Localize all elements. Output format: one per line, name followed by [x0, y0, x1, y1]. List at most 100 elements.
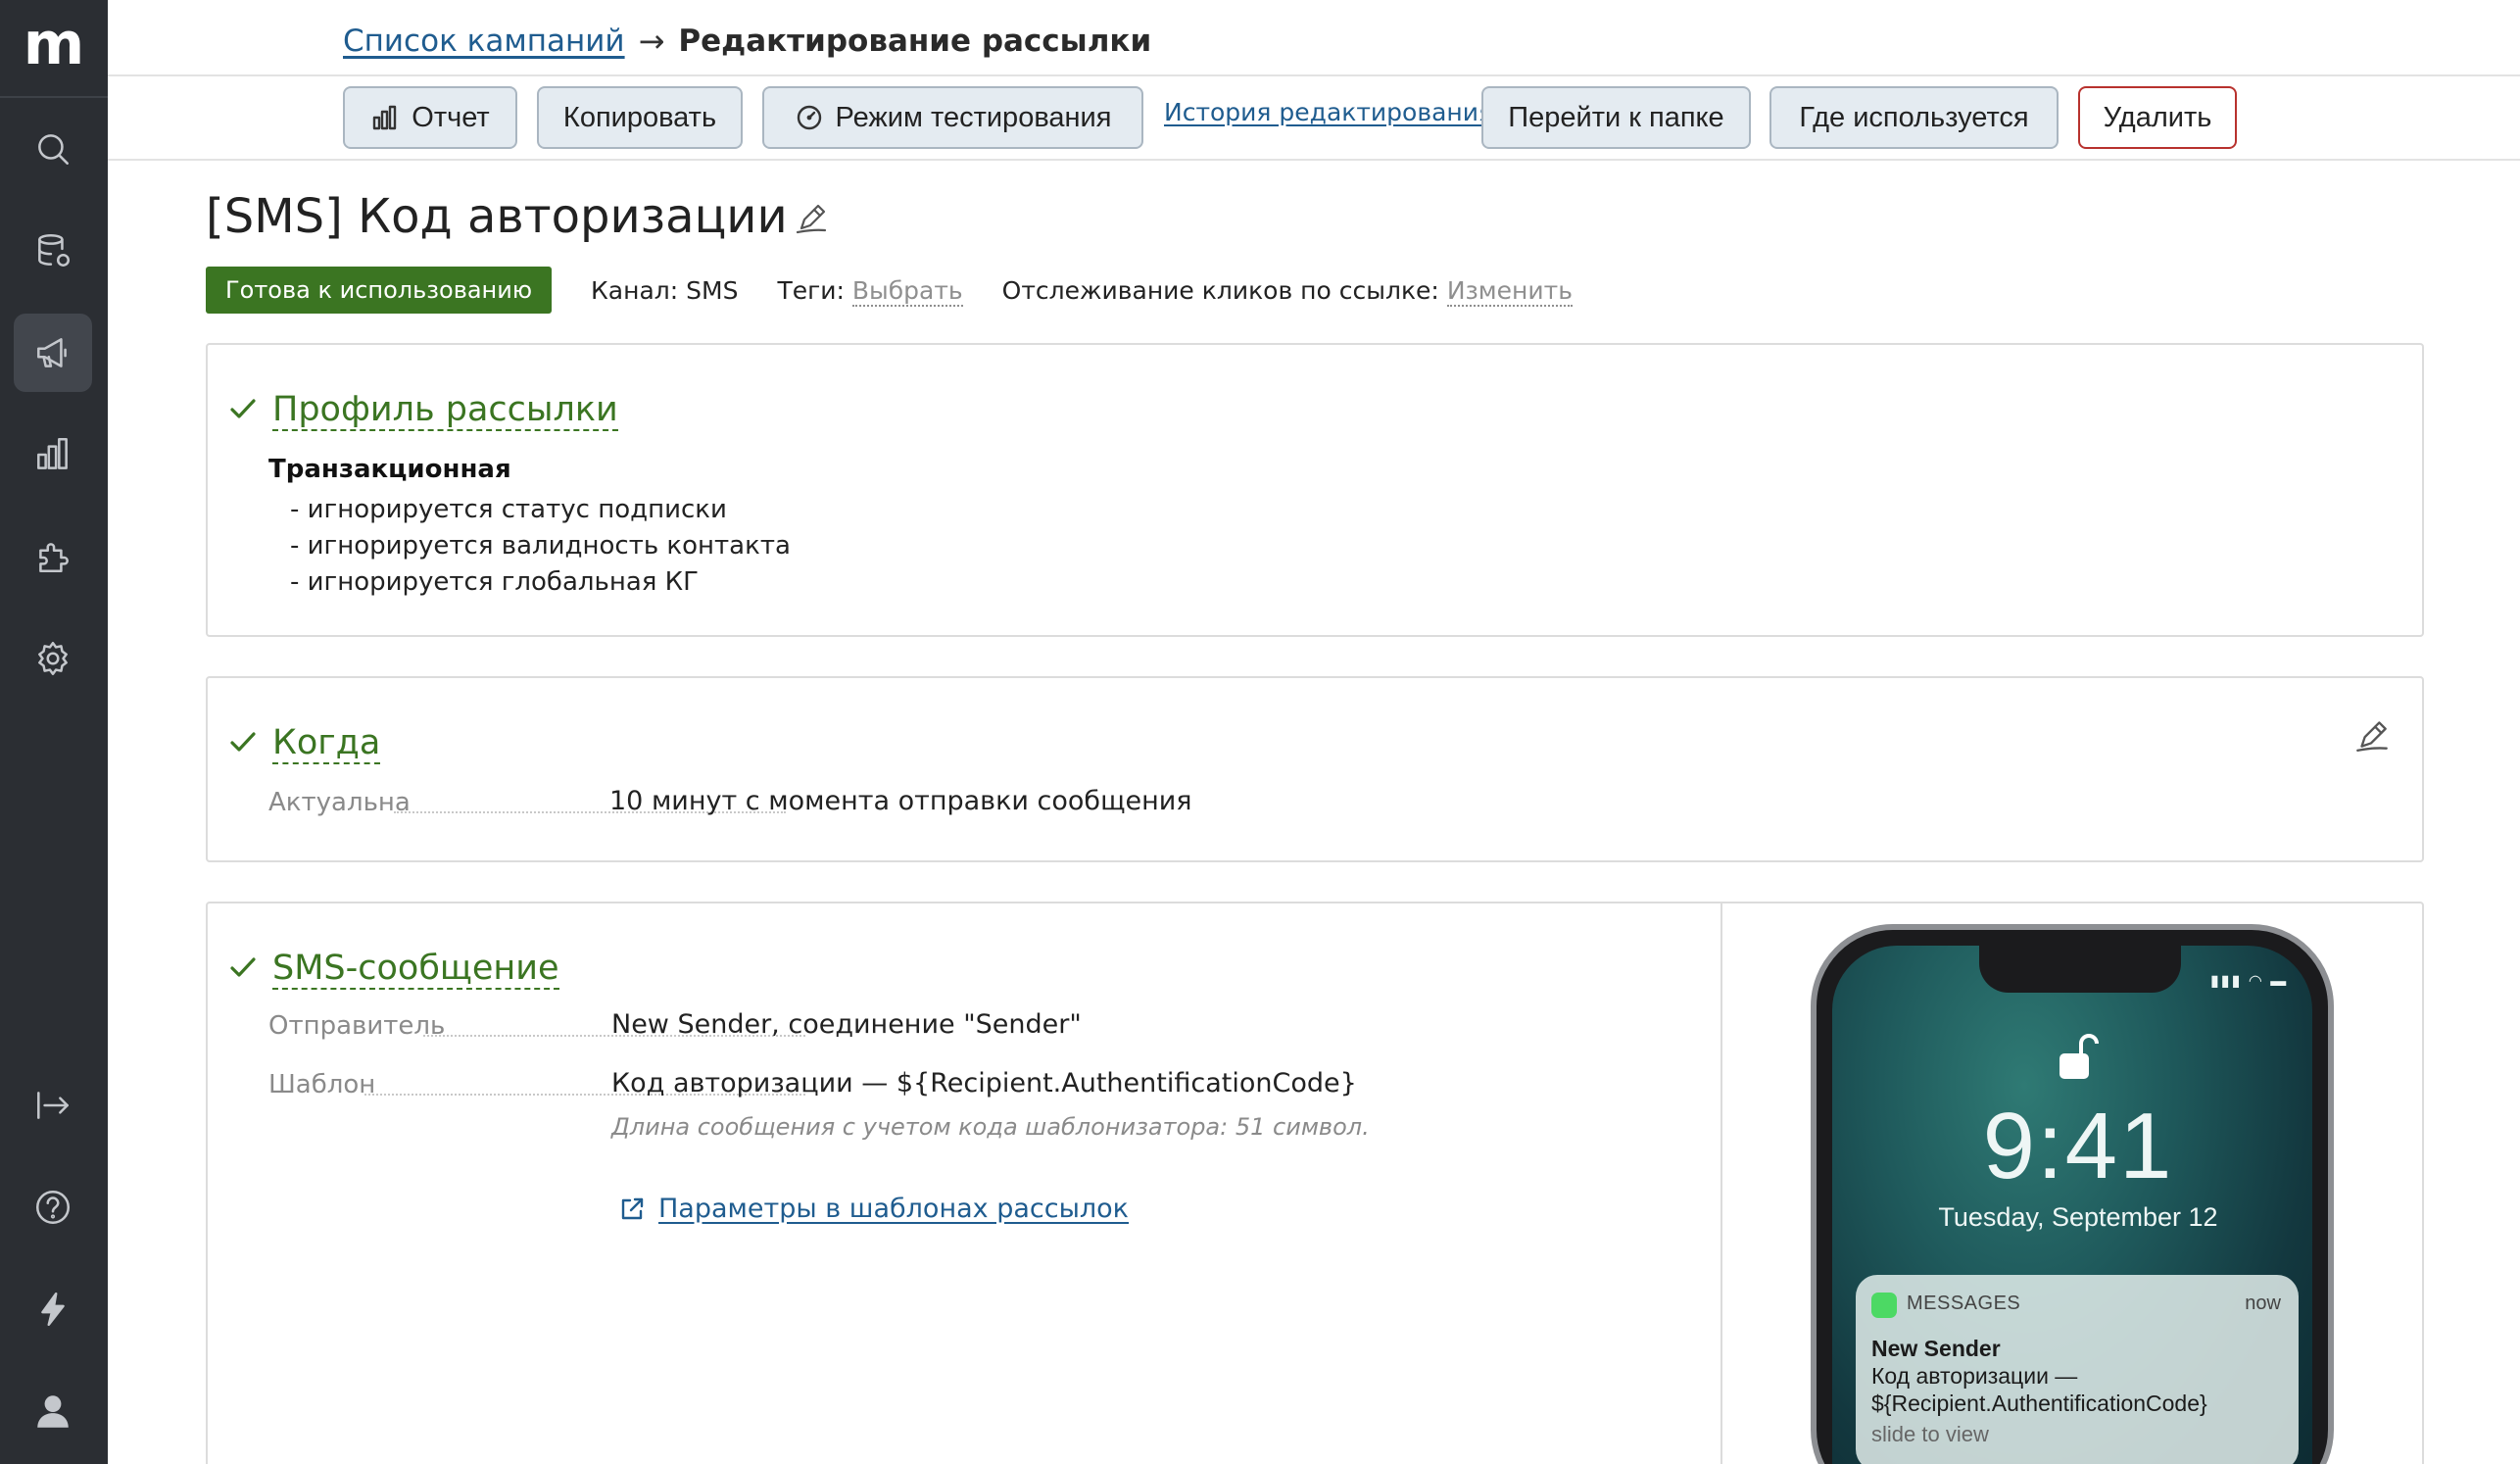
external-link-icon [621, 1197, 644, 1219]
logo[interactable]: m [0, 0, 108, 98]
profile-title-link[interactable]: Профиль рассылки [272, 390, 618, 431]
length-note: Длина сообщения с учетом кода шаблонизат… [611, 1113, 1370, 1141]
sidebar-item-search[interactable] [14, 110, 92, 188]
edit-when-button[interactable] [2351, 713, 2393, 755]
bar-chart-icon [373, 105, 397, 130]
check-icon [227, 952, 259, 987]
user-icon [37, 1395, 69, 1428]
sidebar-item-campaigns[interactable] [14, 314, 92, 392]
gear-icon [38, 641, 68, 676]
status-badge: Готова к использованию [206, 267, 553, 314]
when-card: Когда Актуальна 10 минут с момента отпра… [206, 676, 2424, 862]
phone-clock: 9:41 [1982, 1094, 2174, 1198]
page-title-row: [SMS] Код авторизации [206, 184, 831, 249]
breadcrumb-campaign-list-link[interactable]: Список кампаний [343, 24, 625, 59]
notif-app-name: MESSAGES [1907, 1293, 2021, 1314]
messages-app-icon [1871, 1293, 1897, 1318]
puzzle-icon [39, 543, 69, 572]
profile-type: Транзакционная [268, 455, 511, 484]
sidebar-item-integrations[interactable] [14, 517, 92, 596]
test-mode-button[interactable]: Режим тестирования [762, 86, 1143, 149]
profile-card-header: Профиль рассылки [227, 390, 618, 431]
status-bar-icons: ▮▮▮ ◠ ▬ [2210, 973, 2289, 990]
when-title-link[interactable]: Когда [272, 723, 381, 764]
bar-chart-icon [37, 437, 68, 469]
test-mode-button-label: Режим тестирования [835, 101, 1112, 133]
profile-rule: - игнорируется глобальная КГ [290, 567, 699, 597]
actual-value: 10 минут с момента отправки сообщения [609, 786, 1192, 816]
phone-date: Tuesday, September 12 [1938, 1202, 2218, 1232]
channel-value: SMS [686, 275, 739, 305]
copy-button[interactable]: Копировать [537, 86, 743, 149]
template-params-link[interactable]: Параметры в шаблонах рассылок [617, 1194, 1129, 1224]
template-value: Код авторизации — ${Recipient.Authentifi… [611, 1068, 1357, 1098]
sms-notification: MESSAGES now New Sender Код авторизации … [1856, 1275, 2299, 1464]
breadcrumb-current: Редактирование рассылки [678, 24, 1152, 59]
template-params-label: Параметры в шаблонах рассылок [658, 1194, 1129, 1224]
breadcrumb: Список кампаний → Редактирование рассылк… [343, 18, 1151, 65]
profile-rule: - игнорируется статус подписки [290, 495, 727, 524]
where-used-button[interactable]: Где используется [1769, 86, 2059, 149]
when-card-header: Когда [227, 723, 381, 764]
channel-label: Канал: [591, 275, 679, 305]
notif-hint: slide to view [1871, 1422, 1989, 1446]
phone-notch [1979, 946, 2181, 993]
tags-info: Теги: Выбрать [777, 275, 963, 307]
sms-card-header: SMS-сообщение [227, 949, 559, 990]
status-row: Готова к использованию Канал: SMS Теги: … [206, 267, 1612, 314]
profile-card: Профиль рассылки Транзакционная - игнори… [206, 343, 2424, 637]
sidebar-item-settings[interactable] [14, 619, 92, 698]
page-title: [SMS] Код авторизации [206, 189, 788, 244]
search-icon [38, 134, 69, 165]
sidebar-collapse-button[interactable] [14, 1066, 92, 1145]
tracking-label: Отслеживание кликов по ссылке: [1001, 275, 1439, 305]
delete-button-label: Удалить [2103, 101, 2212, 133]
pen-icon [2356, 721, 2388, 752]
notif-sender: New Sender [1871, 1336, 2001, 1361]
where-used-button-label: Где используется [1799, 101, 2029, 133]
channel-info: Канал: SMS [591, 276, 738, 305]
tracking-info: Отслеживание кликов по ссылке: Изменить [1001, 275, 1573, 307]
breadcrumb-separator: → [638, 23, 665, 60]
go-to-folder-button-label: Перейти к папке [1508, 101, 1724, 133]
actual-label: Актуальна [268, 788, 411, 817]
edit-title-button[interactable] [792, 197, 831, 236]
sidebar-item-data[interactable] [14, 212, 92, 290]
sms-title-link[interactable]: SMS-сообщение [272, 949, 559, 990]
sender-value: New Sender, соединение "Sender" [611, 1009, 1082, 1040]
sender-label: Отправитель [268, 1011, 446, 1041]
check-icon [227, 726, 259, 761]
notif-body-line: Код авторизации — [1871, 1363, 2078, 1389]
megaphone-icon [37, 338, 67, 367]
unlock-icon [2060, 1032, 2099, 1081]
profile-rules: - игнорируется статус подписки - игнорир… [290, 492, 791, 601]
profile-rule: - игнорируется валидность контакта [290, 531, 791, 561]
delete-button[interactable]: Удалить [2078, 86, 2237, 149]
copy-button-label: Копировать [562, 101, 717, 133]
edit-history-link[interactable]: История редактирования [1164, 98, 1493, 126]
database-icon [38, 233, 71, 267]
report-button-label: Отчет [412, 101, 490, 133]
notif-time: now [2245, 1293, 2281, 1314]
sidebar: m [0, 0, 108, 1464]
tags-label: Теги: [777, 275, 845, 305]
sidebar-updates-button[interactable] [14, 1270, 92, 1348]
preview-divider [1720, 903, 1722, 1464]
tracking-change-link[interactable]: Изменить [1446, 275, 1573, 307]
phone-screen: ▮▮▮ ◠ ▬ 9:41 Tuesday, September 12 MESSA… [1832, 946, 2312, 1464]
notif-body-line: ${Recipient.AuthentificationCode} [1871, 1391, 2207, 1416]
collapse-arrow-icon [37, 1092, 69, 1119]
check-icon [227, 393, 259, 428]
go-to-folder-button[interactable]: Перейти к папке [1481, 86, 1751, 149]
pen-icon [796, 204, 826, 234]
report-button[interactable]: Отчет [343, 86, 517, 149]
speedometer-icon [797, 105, 821, 130]
sidebar-profile-button[interactable] [14, 1372, 92, 1450]
tags-select-link[interactable]: Выбрать [851, 275, 963, 307]
sidebar-help-button[interactable] [14, 1168, 92, 1246]
logo-text: m [23, 10, 85, 78]
sidebar-item-analytics[interactable] [14, 415, 92, 494]
help-icon [35, 1190, 71, 1225]
phone-preview: ▮▮▮ ◠ ▬ 9:41 Tuesday, September 12 MESSA… [1811, 924, 2334, 1464]
template-label: Шаблон [268, 1070, 376, 1099]
